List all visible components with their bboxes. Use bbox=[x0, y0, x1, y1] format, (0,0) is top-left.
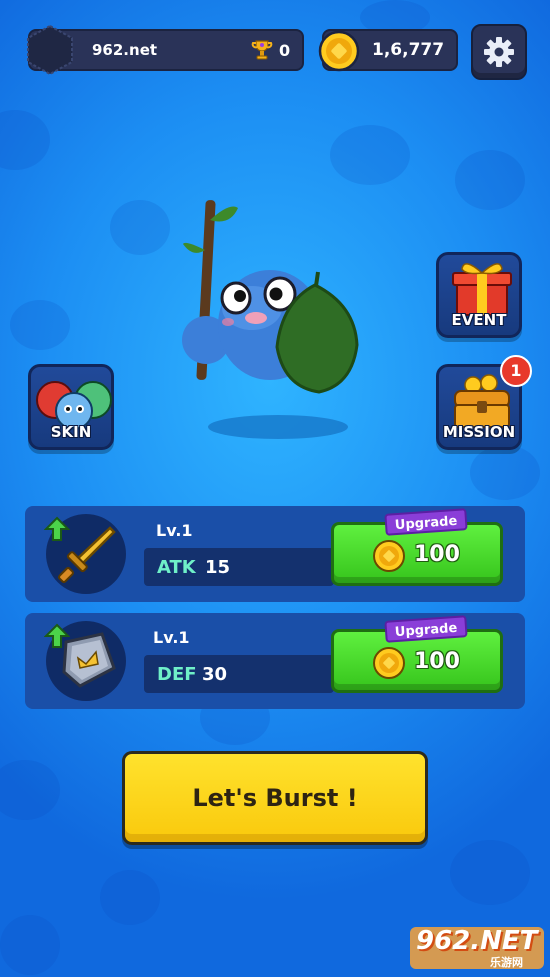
coin-total: 1,6,777 bbox=[372, 40, 445, 60]
shield-icon bbox=[62, 632, 116, 688]
def-upgrade-tag: Upgrade bbox=[384, 615, 468, 643]
def-level: Lv.1 bbox=[153, 628, 190, 647]
coin-icon bbox=[373, 540, 405, 572]
atk-upgrade-tag: Upgrade bbox=[384, 508, 468, 536]
def-upgrade-cost: 100 bbox=[414, 649, 460, 674]
gear-icon bbox=[484, 37, 514, 67]
mission-notification-badge: 1 bbox=[500, 355, 532, 387]
skin-label: SKIN bbox=[50, 423, 92, 441]
background-decoration bbox=[0, 915, 60, 975]
play-button-label: Let's Burst ! bbox=[192, 784, 358, 812]
coin-icon bbox=[373, 647, 405, 679]
watermark-text: 962.NET bbox=[416, 926, 538, 956]
player-name: 962.net bbox=[92, 41, 158, 59]
trophy-icon bbox=[251, 40, 273, 60]
background-decoration bbox=[110, 200, 170, 255]
atk-stat-name: ATK bbox=[157, 557, 196, 578]
background-decoration bbox=[455, 150, 525, 210]
atk-upgrade-cost: 100 bbox=[414, 542, 460, 567]
def-stat-value: 30 bbox=[202, 664, 228, 685]
blueberry-character bbox=[182, 200, 359, 439]
event-button[interactable]: EVENT bbox=[436, 252, 522, 338]
watermark-subtext: 乐游网 bbox=[490, 956, 523, 969]
trophy-count: 0 bbox=[279, 41, 291, 60]
avatar-hexagon[interactable] bbox=[24, 24, 76, 76]
background-decoration bbox=[10, 300, 70, 350]
sword-icon bbox=[58, 526, 116, 583]
background-decoration bbox=[450, 840, 530, 905]
background-decoration bbox=[470, 445, 540, 500]
atk-stat-value: 15 bbox=[205, 557, 231, 578]
background-decoration bbox=[0, 760, 60, 820]
background-decoration bbox=[100, 870, 160, 925]
event-label: EVENT bbox=[451, 311, 507, 329]
def-stat-name: DEF bbox=[157, 664, 197, 685]
background-decoration bbox=[330, 125, 410, 185]
coin-icon bbox=[318, 30, 360, 72]
settings-button[interactable] bbox=[471, 24, 527, 80]
mission-label: MISSION bbox=[442, 423, 516, 441]
lets-burst-button[interactable]: Let's Burst ! bbox=[122, 751, 428, 845]
atk-level: Lv.1 bbox=[156, 521, 193, 540]
background-decoration bbox=[0, 110, 50, 170]
skin-button[interactable]: SKIN bbox=[28, 364, 114, 450]
